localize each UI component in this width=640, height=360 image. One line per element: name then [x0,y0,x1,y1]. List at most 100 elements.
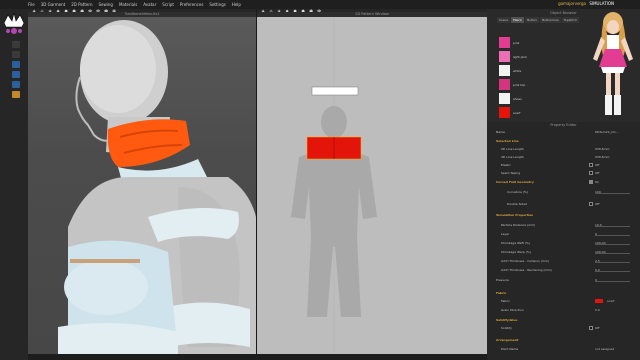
property-label: Grain Direction [501,308,524,312]
fabric-swatch [499,51,510,62]
menu-2d-pattern[interactable]: 2D Pattern [71,2,92,7]
name-label: Name [496,130,505,134]
property-row: 3D Line Length 938.8mm [487,153,640,161]
section-label: Solidify/Glue [496,318,518,322]
property-row: Elastic Off [487,161,640,169]
elastic-checkbox[interactable] [589,163,593,167]
particle-distance-slider[interactable] [595,226,630,227]
tab-button[interactable]: Button [525,17,540,23]
avatar-tool-button[interactable] [12,91,20,98]
move-tool-button[interactable] [12,51,20,58]
double-sided-checkbox[interactable] [589,202,593,206]
arrangement-point-select[interactable]: not assigned [595,347,614,351]
menu-3d-garment[interactable]: 3D Garment [41,2,65,7]
section-fabric[interactable]: Fabric [487,289,640,297]
property-row: Solidify Off [487,324,640,332]
property-row: Double Sided Off [487,200,640,208]
edit-tool-button[interactable] [12,61,20,68]
crown-logo-icon [3,12,25,34]
fabric-swatch [499,37,510,48]
property-label: Fabric [501,299,510,303]
fabric-swatch [499,107,510,118]
seam-taping-checkbox[interactable] [589,171,593,175]
fabric-item[interactable]: pink [497,37,577,49]
name-value[interactable]: Pattern22_Clo... [595,130,619,134]
tab-buttonhole[interactable]: Buttonhole [540,17,561,23]
tab-scene[interactable]: Scene [497,17,511,23]
property-row: Fabric scarf [487,297,640,305]
fabric-swatch [499,65,510,76]
property-value[interactable]: 0.0 [595,308,600,312]
menu-preferences[interactable]: Preferences [180,2,204,7]
fabric-label: shoes [513,97,522,101]
fabric-label: scarf [513,111,521,115]
tab-fabric[interactable]: Fabric [511,17,525,23]
account-name[interactable]: gomajorverga [558,1,586,6]
fabric-swatch [499,93,510,104]
fabric-select[interactable]: scarf [607,299,614,303]
property-label: Particle Distance (mm) [501,223,536,227]
menu-settings[interactable]: Settings [209,2,225,7]
section-label: Arrangement [496,338,519,342]
menu-help[interactable]: Help [232,2,241,7]
fabric-item-selected[interactable]: scarf [497,107,577,119]
property-label: Solidify [501,326,512,330]
layer-slider[interactable] [595,235,630,236]
shrinkage-warp-slider[interactable] [595,253,630,254]
pin-tool-button[interactable] [12,71,20,78]
menu-avatar[interactable]: Avatar [143,2,156,7]
thickness-collision-slider[interactable] [595,262,630,263]
curved-fold-checkbox[interactable] [589,180,593,184]
viewport-2d[interactable] [257,17,487,354]
solidify-checkbox[interactable] [589,326,593,330]
menu-script[interactable]: Script [162,2,174,7]
thickness-rendering-slider[interactable] [595,271,630,272]
simulation-toggle[interactable]: SIMULATION [589,1,614,6]
section-simulation[interactable]: Simulation Properties [487,211,640,219]
property-value: Off [595,326,600,330]
pressure-slider[interactable] [595,281,630,282]
section-selected-line[interactable]: Selected Line [487,137,640,145]
fabric-swatch [595,299,603,303]
tab-topstitch[interactable]: Topstitch [561,17,579,23]
property-row: 2D Line Length 938.8mm [487,145,640,153]
property-label: Elastic [501,163,511,167]
avatar-thumbnail [593,12,633,115]
shrinkage-weft-slider[interactable] [595,244,630,245]
status-bar [28,354,487,360]
fabric-item[interactable]: shoes [497,93,577,105]
property-label: Shrinkage Weft (%) [501,241,530,245]
section-label: Fabric [496,291,507,295]
menu-file[interactable]: File [28,2,35,7]
fold-tool-button[interactable] [12,81,20,88]
curvature-slider[interactable] [595,193,630,194]
property-editor-panel: Property Editor Name Pattern22_Clo... Se… [487,122,640,360]
menu-sewing[interactable]: Sewing [98,2,112,7]
property-value: 938.8mm [595,147,610,151]
viewport-3d[interactable] [28,17,256,354]
object-browser-tabs: Scene Fabric Button Buttonhole Topstitch [497,17,580,23]
fabric-item[interactable]: light pink [497,51,577,63]
property-row: Layer 0 [487,230,640,238]
fabric-label: pink top [513,83,526,87]
section-arrangement[interactable]: Arrangement [487,336,640,344]
property-row: Point Name not assigned [487,345,640,353]
fabric-item[interactable]: white [497,65,577,77]
property-value: Off [595,202,600,206]
section-solidify[interactable]: Solidify/Glue [487,316,640,324]
fabric-item[interactable]: pink top [497,79,577,91]
avatar-3d-render [58,20,256,354]
property-label: Layer [501,232,510,236]
fabric-swatch [499,79,510,90]
property-value: On [595,180,600,184]
property-row: Shrinkage Warp (%) 100.00 [487,248,640,256]
select-tool-button[interactable] [12,41,20,48]
pattern-collar-piece[interactable] [311,86,359,96]
property-row: Particle Distance (mm) 10.0 [487,221,640,229]
property-row: Add'l Thickness - Rendering (mm) 0.0 [487,266,640,274]
property-row: Add'l Thickness - Collision (mm) 2.5 [487,257,640,265]
menu-materials[interactable]: Materials [119,2,137,7]
pattern-canvas [291,17,377,354]
property-label: Add'l Thickness - Collision (mm) [501,259,549,263]
section-curved-fold[interactable]: Curved Fold Geometry On [487,178,640,186]
